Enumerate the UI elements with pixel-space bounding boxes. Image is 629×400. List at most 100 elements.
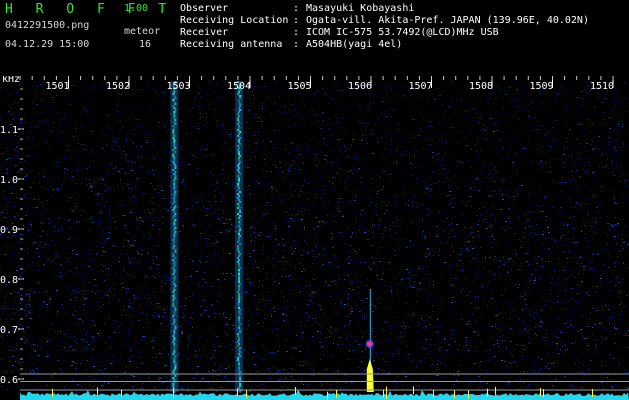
noise-speck xyxy=(57,256,58,257)
noise-speck xyxy=(333,283,334,284)
noise-speck xyxy=(267,170,268,171)
noise-speck xyxy=(541,154,542,155)
noise-speck xyxy=(302,312,303,313)
noise-speck xyxy=(301,211,302,212)
noise-speck xyxy=(286,377,287,378)
noise-speck xyxy=(150,107,152,108)
noise-speck xyxy=(187,236,188,237)
noise-speck xyxy=(298,206,299,207)
noise-speck xyxy=(609,290,611,291)
noise-speck xyxy=(43,302,45,303)
noise-speck xyxy=(482,166,484,167)
noise-speck xyxy=(37,153,38,154)
noise-speck xyxy=(281,276,282,277)
noise-speck xyxy=(194,97,196,98)
noise-speck xyxy=(52,189,54,190)
noise-speck xyxy=(293,317,294,318)
noise-speck xyxy=(380,284,381,285)
noise-speck xyxy=(371,303,372,304)
noise-speck xyxy=(258,149,259,150)
noise-speck xyxy=(327,215,328,216)
noise-speck xyxy=(596,339,597,340)
noise-speck xyxy=(419,251,420,252)
noise-speck xyxy=(325,321,326,322)
noise-speck xyxy=(313,375,314,376)
noise-speck xyxy=(22,265,23,266)
noise-speck xyxy=(523,237,524,238)
noise-speck xyxy=(522,145,523,146)
noise-speck xyxy=(447,233,449,234)
noise-speck xyxy=(11,94,12,95)
noise-speck xyxy=(402,86,403,87)
noise-speck xyxy=(335,281,337,282)
noise-speck xyxy=(263,248,264,249)
noise-speck xyxy=(38,199,39,200)
noise-speck xyxy=(591,191,592,192)
noise-speck xyxy=(433,98,434,99)
noise-speck xyxy=(89,179,90,180)
noise-speck xyxy=(467,88,468,89)
noise-speck xyxy=(292,253,293,254)
noise-speck xyxy=(301,339,302,340)
noise-speck xyxy=(313,274,314,275)
noise-speck xyxy=(26,198,28,199)
noise-speck xyxy=(81,210,82,211)
noise-speck xyxy=(590,131,591,132)
noise-speck xyxy=(233,226,234,227)
noise-speck xyxy=(338,232,339,233)
noise-speck xyxy=(307,221,308,222)
noise-speck xyxy=(339,316,340,317)
noise-speck xyxy=(339,108,341,109)
noise-speck xyxy=(205,155,207,156)
noise-speck xyxy=(193,368,194,369)
noise-speck xyxy=(101,211,102,212)
noise-speck xyxy=(275,251,276,252)
noise-speck xyxy=(580,329,582,330)
noise-speck xyxy=(263,293,264,294)
noise-speck xyxy=(70,346,72,347)
noise-speck xyxy=(608,309,609,310)
noise-speck xyxy=(211,113,212,114)
noise-speck xyxy=(315,292,316,293)
noise-speck xyxy=(388,340,389,341)
noise-speck xyxy=(492,215,494,216)
noise-speck xyxy=(590,360,592,361)
noise-speck xyxy=(483,221,484,222)
noise-speck xyxy=(159,234,160,235)
noise-speck xyxy=(425,99,426,100)
noise-speck xyxy=(135,118,136,119)
noise-speck xyxy=(584,238,586,239)
noise-speck xyxy=(556,318,557,319)
noise-speck xyxy=(33,363,35,364)
noise-speck xyxy=(17,103,18,104)
noise-speck xyxy=(373,102,374,103)
noise-speck xyxy=(593,233,595,234)
noise-speck xyxy=(7,206,8,207)
noise-speck xyxy=(198,199,199,200)
noise-speck xyxy=(540,105,542,106)
noise-speck xyxy=(491,337,492,338)
noise-speck xyxy=(179,281,180,282)
noise-speck xyxy=(277,123,278,124)
noise-speck xyxy=(55,286,56,287)
noise-speck xyxy=(220,345,221,346)
noise-speck xyxy=(248,140,249,141)
noise-speck xyxy=(525,238,526,239)
noise-speck xyxy=(13,213,14,214)
noise-speck xyxy=(376,282,378,283)
noise-speck xyxy=(358,171,359,172)
noise-speck xyxy=(249,282,250,283)
noise-speck xyxy=(105,353,106,354)
noise-speck xyxy=(383,329,384,330)
noise-speck xyxy=(207,341,208,342)
noise-speck xyxy=(36,207,37,208)
noise-speck xyxy=(301,230,302,231)
noise-speck xyxy=(337,295,338,296)
noise-speck xyxy=(132,160,133,161)
noise-speck xyxy=(615,285,616,286)
noise-speck xyxy=(279,114,281,115)
noise-speck xyxy=(109,214,110,215)
noise-speck xyxy=(114,332,115,333)
noise-speck xyxy=(270,371,271,372)
noise-speck xyxy=(381,201,382,202)
